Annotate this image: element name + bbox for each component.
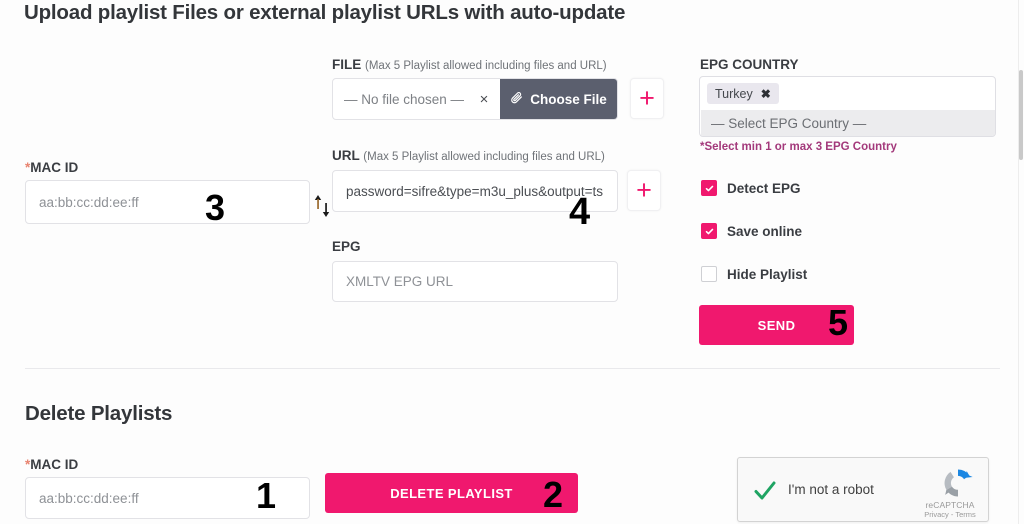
url-field-label: URL (Max 5 Playlist allowed including fi… xyxy=(332,148,605,163)
upload-section-title: Upload playlist Files or external playli… xyxy=(24,1,626,24)
save-online-checkbox[interactable] xyxy=(701,223,717,239)
hide-playlist-label: Hide Playlist xyxy=(727,266,808,282)
chip-remove-icon[interactable]: ✖ xyxy=(761,87,771,101)
recaptcha-brand: reCAPTCHA xyxy=(925,500,975,510)
clear-file-icon[interactable]: × xyxy=(468,79,500,119)
epg-country-chip-turkey: Turkey ✖ xyxy=(707,83,779,104)
save-online-checkbox-row[interactable]: Save online xyxy=(701,223,802,239)
upload-mac-id-label-text: MAC ID xyxy=(30,160,79,175)
delete-mac-id-input[interactable] xyxy=(25,477,310,519)
paperclip-icon xyxy=(510,91,523,107)
delete-section-title: Delete Playlists xyxy=(25,402,173,425)
url-label-text: URL xyxy=(332,148,360,163)
add-file-button[interactable]: + xyxy=(630,78,664,119)
file-label-text: FILE xyxy=(332,57,362,72)
section-divider xyxy=(25,368,1000,369)
hide-playlist-checkbox[interactable] xyxy=(701,266,717,282)
epg-country-placeholder[interactable]: — Select EPG Country — xyxy=(701,110,995,136)
recaptcha-checked-icon[interactable] xyxy=(752,478,778,504)
hide-playlist-checkbox-row[interactable]: Hide Playlist xyxy=(701,266,807,282)
page-root: Upload playlist Files or external playli… xyxy=(0,0,1024,524)
recaptcha-legal: Privacy - Terms xyxy=(924,510,976,519)
detect-epg-label: Detect EPG xyxy=(727,180,801,196)
epg-field-label: EPG xyxy=(332,239,361,254)
epg-url-input[interactable] xyxy=(332,261,618,302)
save-online-label: Save online xyxy=(727,223,803,239)
recaptcha-logo-icon xyxy=(940,465,976,501)
vertical-scrollbar-thumb[interactable] xyxy=(1019,70,1023,160)
upload-mac-id-input[interactable] xyxy=(25,180,310,224)
epg-country-note: *Select min 1 or max 3 EPG Country xyxy=(700,141,897,153)
file-label-hint: (Max 5 Playlist allowed including files … xyxy=(365,60,607,72)
upload-mac-id-label: *MAC ID xyxy=(25,160,78,175)
delete-mac-id-label-text: MAC ID xyxy=(30,457,79,472)
delete-mac-id-label: *MAC ID xyxy=(25,457,78,472)
url-label-hint: (Max 5 Playlist allowed including files … xyxy=(363,151,605,163)
choose-file-button[interactable]: Choose File xyxy=(500,79,617,119)
epg-country-select[interactable]: Turkey ✖ — Select EPG Country — xyxy=(699,76,996,137)
recaptcha-label: I'm not a robot xyxy=(788,482,874,497)
recaptcha-widget[interactable]: I'm not a robot reCAPTCHA Privacy - Term… xyxy=(737,457,989,522)
url-input[interactable] xyxy=(332,170,618,212)
chip-label: Turkey xyxy=(715,86,753,101)
file-field-label: FILE (Max 5 Playlist allowed including f… xyxy=(332,57,607,72)
detect-epg-checkbox[interactable] xyxy=(701,180,717,196)
send-button[interactable]: SEND xyxy=(699,305,854,345)
add-url-button[interactable]: + xyxy=(627,170,661,211)
up-down-arrows-icon[interactable] xyxy=(313,191,331,221)
epg-country-label: EPG COUNTRY xyxy=(700,57,799,72)
delete-playlist-button[interactable]: DELETE PLAYLIST xyxy=(325,473,578,513)
file-name-display: — No file chosen — xyxy=(344,91,465,107)
file-input-group: — No file chosen — × Choose File xyxy=(332,78,618,120)
detect-epg-checkbox-row[interactable]: Detect EPG xyxy=(701,180,801,196)
choose-file-label: Choose File xyxy=(530,91,607,107)
